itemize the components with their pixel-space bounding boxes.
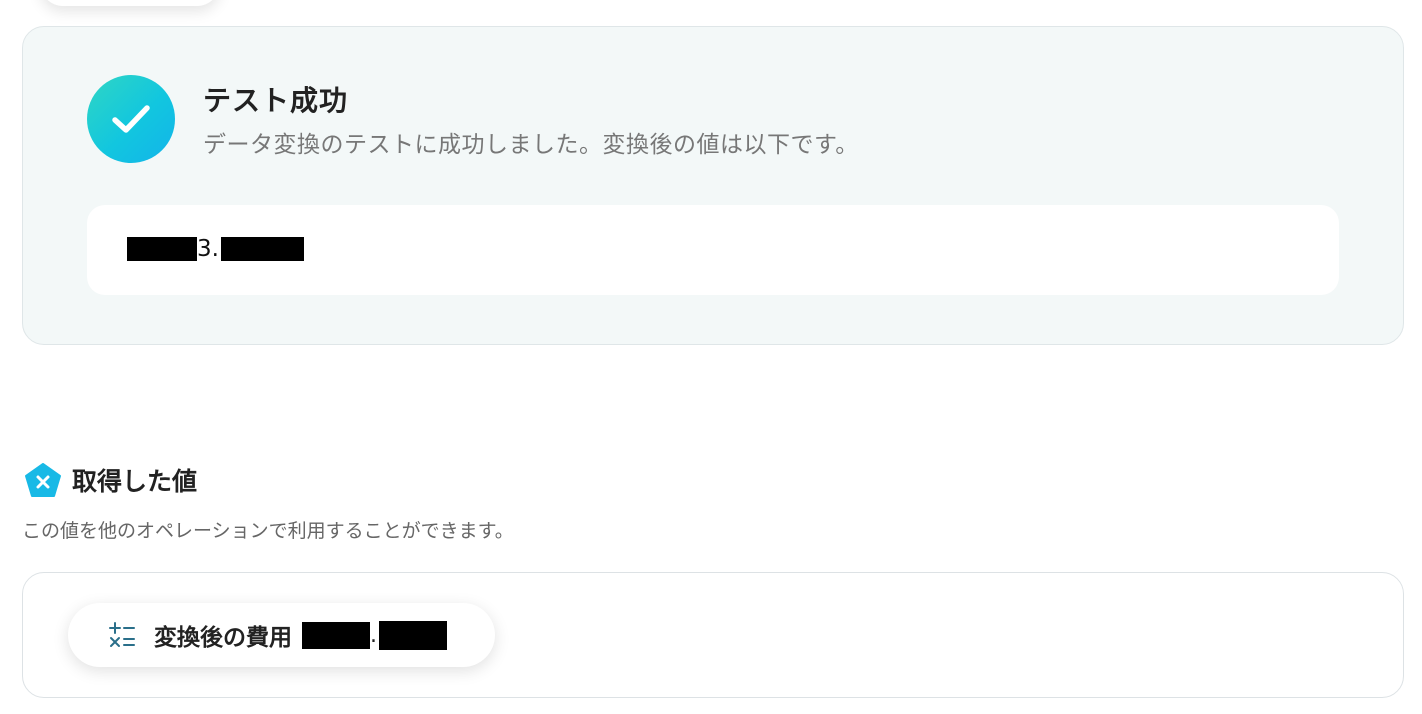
redacted-block (127, 237, 197, 261)
previous-element-edge (40, 0, 220, 6)
output-value-chip[interactable]: 変換後の費用 . (68, 603, 495, 667)
success-check-icon (87, 75, 175, 163)
converted-value-box: 3. (87, 205, 1339, 295)
test-success-panel: テスト成功 データ変換のテストに成功しました。変換後の値は以下です。 3. (22, 26, 1404, 345)
variable-x-icon (24, 462, 62, 498)
redacted-block (379, 620, 447, 650)
output-values-panel: 変換後の費用 . (22, 572, 1404, 698)
converted-value-visible: 3. (197, 236, 219, 262)
output-value-visible: . (370, 622, 377, 648)
redacted-block (220, 237, 304, 261)
section-description: この値を他のオペレーションで利用することができます。 (22, 520, 514, 542)
redacted-block (302, 621, 370, 649)
output-value: . (302, 620, 447, 650)
calculator-icon (106, 619, 138, 651)
success-message: データ変換のテストに成功しました。変換後の値は以下です。 (203, 132, 859, 158)
converted-value: 3. (127, 235, 304, 263)
section-title: 取得した値 (72, 467, 198, 496)
success-title: テスト成功 (203, 84, 349, 117)
output-value-label: 変換後の費用 (154, 625, 292, 651)
section-heading: 取得した値 (24, 462, 197, 498)
